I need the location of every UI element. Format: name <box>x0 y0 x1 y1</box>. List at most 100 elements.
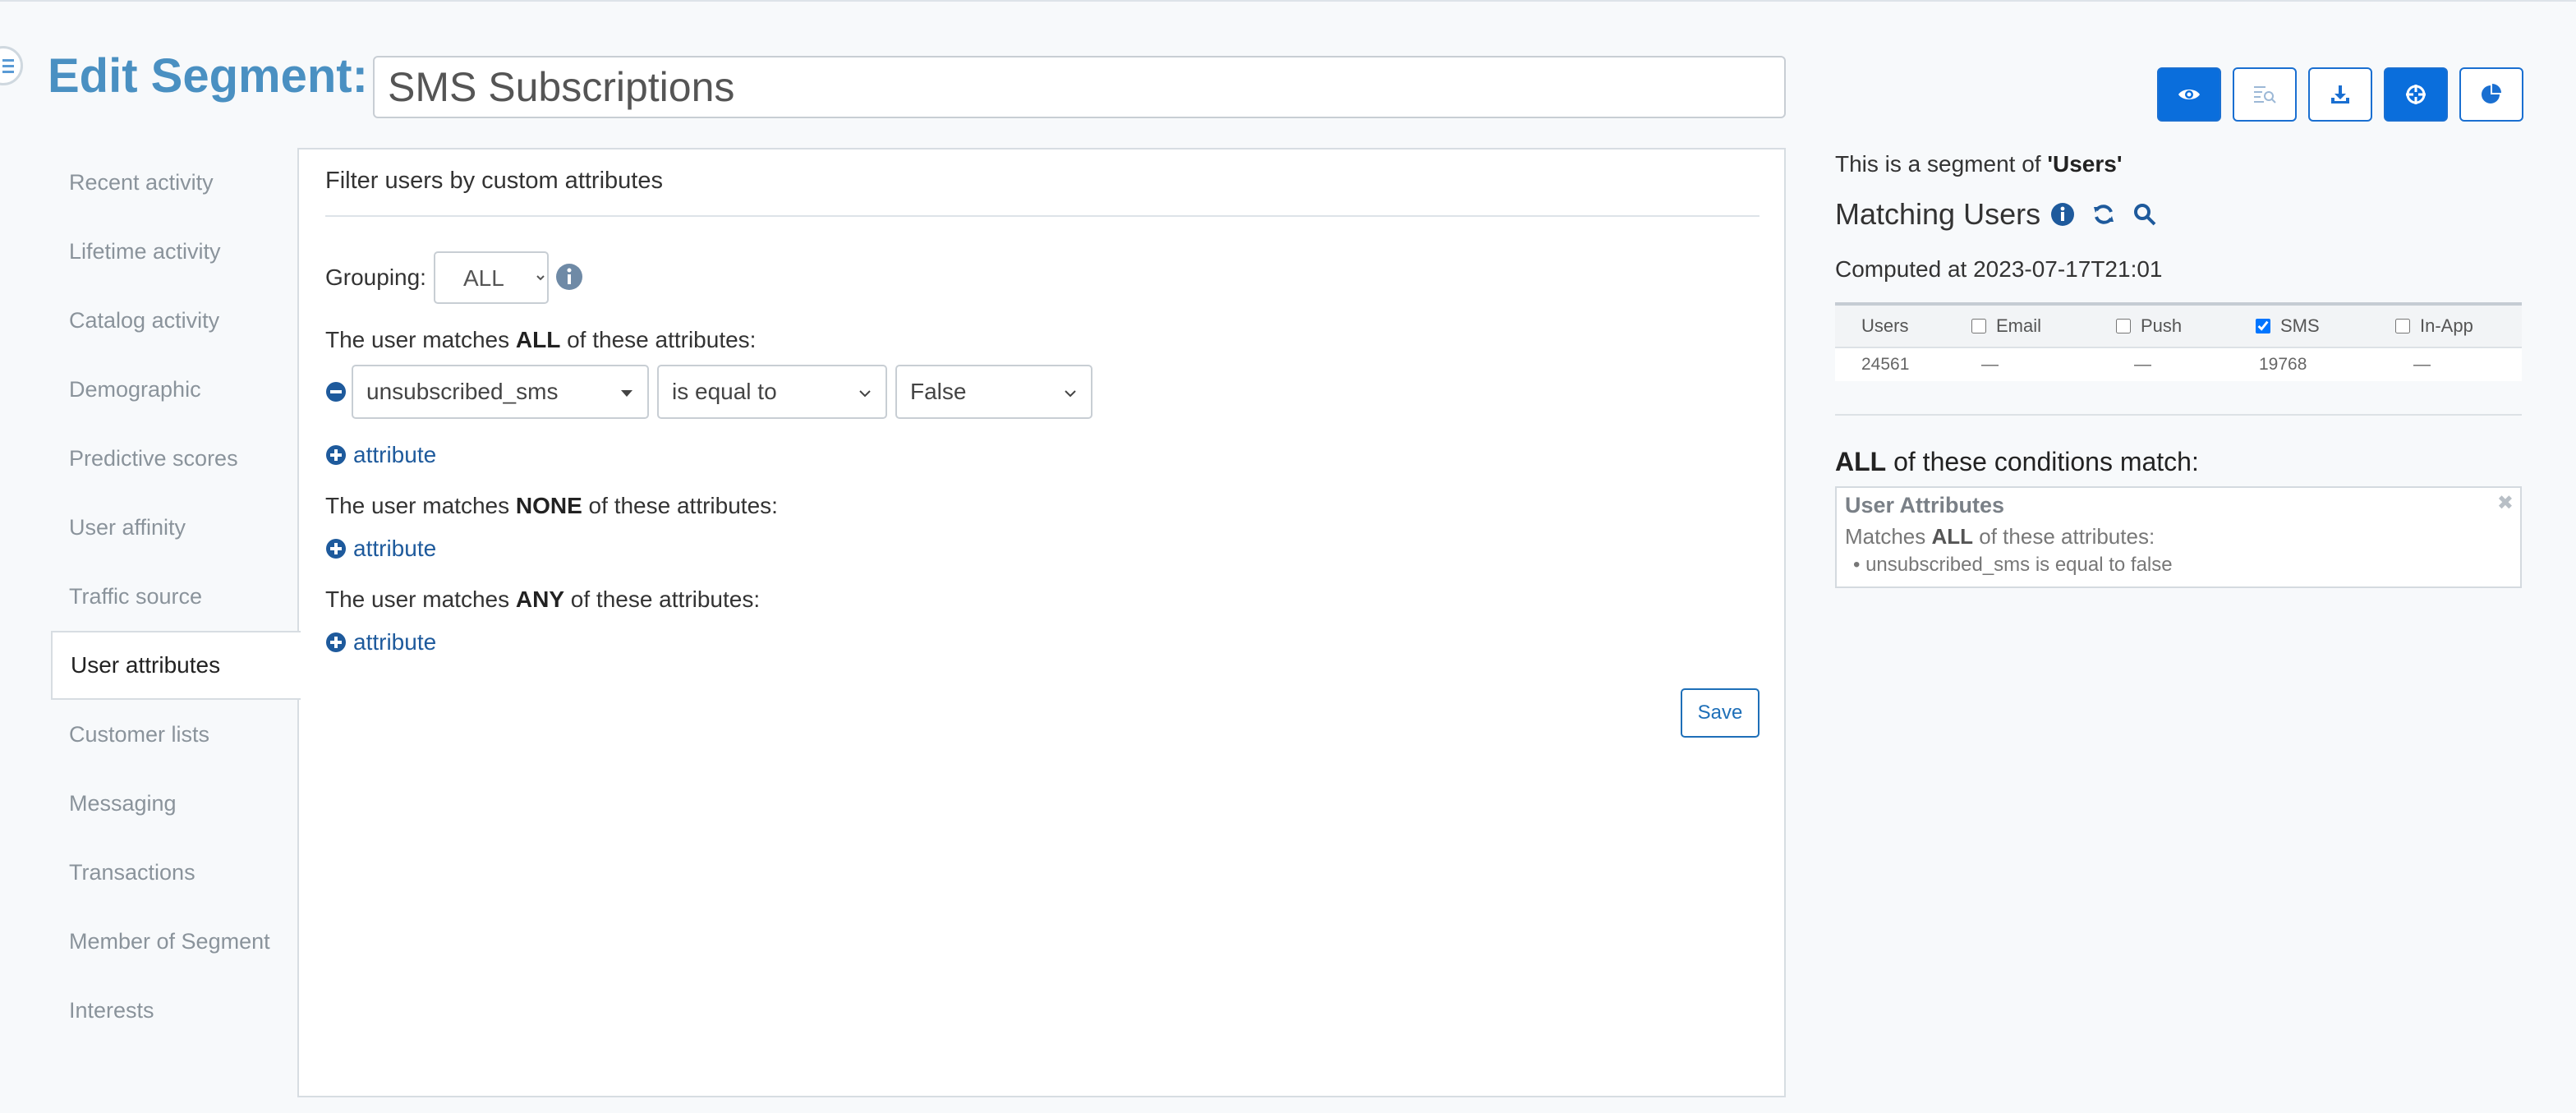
add-all-attribute-link[interactable]: attribute <box>325 442 436 468</box>
conditions-keyword: ALL <box>1835 447 1887 476</box>
nav-toggle-button[interactable] <box>0 46 23 85</box>
cell-users: 24561 <box>1861 355 1910 374</box>
save-button[interactable]: Save <box>1681 688 1760 738</box>
column-label: In-App <box>2420 315 2473 336</box>
plus-circle-icon <box>326 632 346 652</box>
segment-name-input[interactable] <box>373 56 1786 118</box>
analytics-button[interactable] <box>2459 67 2523 122</box>
rule-prefix: The user matches <box>325 327 516 352</box>
chevron-down-icon <box>859 390 871 398</box>
segment-of-text: This is a segment of 'Users' <box>1835 151 2123 177</box>
subtitle-suffix: of these attributes: <box>1973 524 2155 549</box>
subtitle-prefix: Matches <box>1845 524 1932 549</box>
sidebar-item-traffic-source[interactable]: Traffic source <box>51 562 299 631</box>
value-select-value: False <box>910 379 967 404</box>
conditions-title: ALL of these conditions match: <box>1835 447 2199 477</box>
table-row: 24561 — — 19768 — <box>1835 348 2522 381</box>
panel-title: Filter users by custom attributes <box>325 168 663 194</box>
rule-keyword: ALL <box>515 327 561 352</box>
condition-card-subtitle: Matches ALL of these attributes: <box>1845 524 2155 550</box>
inspect-button[interactable] <box>2233 67 2297 122</box>
crosshair-icon <box>2406 85 2426 104</box>
sidebar-item-predictive-scores[interactable]: Predictive scores <box>51 424 299 493</box>
sidebar-item-transactions[interactable]: Transactions <box>51 838 299 907</box>
column-label: SMS <box>2280 315 2320 336</box>
sidebar-item-lifetime-activity[interactable]: Lifetime activity <box>51 217 299 286</box>
column-email: Email <box>1971 315 2116 337</box>
rule-suffix: of these attributes: <box>582 493 778 518</box>
sidebar: Recent activity Lifetime activity Catalo… <box>51 148 301 1045</box>
rule-prefix: The user matches <box>325 493 516 518</box>
column-label: Users <box>1861 315 1909 336</box>
rule-prefix: The user matches <box>325 586 516 612</box>
add-attribute-label: attribute <box>353 536 437 561</box>
eye-icon <box>2178 90 2200 99</box>
sidebar-item-customer-lists[interactable]: Customer lists <box>51 700 299 769</box>
filter-panel: Filter users by custom attributes Groupi… <box>297 148 1786 1097</box>
sms-checkbox[interactable] <box>2256 319 2270 333</box>
remove-condition-icon[interactable] <box>325 381 347 402</box>
info-icon[interactable] <box>2050 202 2075 227</box>
sidebar-item-demographic[interactable]: Demographic <box>51 355 299 424</box>
column-label: Push <box>2141 315 2183 336</box>
add-any-attribute-link[interactable]: attribute <box>325 629 436 655</box>
email-checkbox[interactable] <box>1971 319 1986 333</box>
column-push: Push <box>2116 315 2256 337</box>
cell-email: — <box>1981 355 1999 374</box>
attribute-select[interactable]: unsubscribed_sms <box>352 365 649 419</box>
target-button[interactable] <box>2384 67 2448 122</box>
in-app-checkbox[interactable] <box>2395 319 2410 333</box>
sidebar-item-recent-activity[interactable]: Recent activity <box>51 148 299 217</box>
segment-of-value: 'Users' <box>2047 151 2123 177</box>
divider <box>325 215 1760 217</box>
top-rule <box>0 0 2576 2</box>
sidebar-item-member-of-segment[interactable]: Member of Segment <box>51 907 299 976</box>
rule-suffix: of these attributes: <box>560 327 757 352</box>
pie-chart-icon <box>2482 84 2501 103</box>
search-list-icon <box>2254 86 2276 103</box>
column-users: Users <box>1835 315 1971 337</box>
search-icon[interactable] <box>2132 202 2157 227</box>
column-in-app: In-App <box>2395 315 2518 337</box>
any-rule-text: The user matches ANY of these attributes… <box>325 586 760 613</box>
value-select[interactable]: False <box>895 365 1092 419</box>
condition-card-title: User Attributes <box>1845 493 2005 517</box>
grouping-select[interactable]: ALL <box>434 251 549 304</box>
download-button[interactable] <box>2308 67 2372 122</box>
hamburger-icon <box>2 59 14 76</box>
cell-sms: 19768 <box>2259 355 2307 374</box>
sidebar-item-catalog-activity[interactable]: Catalog activity <box>51 286 299 355</box>
chevron-down-icon <box>1065 390 1076 398</box>
download-icon <box>2331 85 2349 103</box>
attribute-select-value: unsubscribed_sms <box>366 379 559 404</box>
sidebar-item-user-affinity[interactable]: User affinity <box>51 493 299 562</box>
condition-item: • unsubscribed_sms is equal to false <box>1853 554 2173 576</box>
matching-users-table: Users Email Push SMS In-App 24561 — — 19… <box>1835 302 2522 381</box>
rule-keyword: NONE <box>515 493 582 518</box>
sidebar-item-user-attributes[interactable]: User attributes <box>51 631 301 700</box>
preview-button[interactable] <box>2157 67 2221 122</box>
rule-suffix: of these attributes: <box>564 586 761 612</box>
segment-of-prefix: This is a segment of <box>1835 151 2048 177</box>
sidebar-item-interests[interactable]: Interests <box>51 976 299 1045</box>
refresh-icon[interactable] <box>2091 202 2116 227</box>
page-title: Edit Segment: <box>48 49 368 103</box>
add-attribute-label: attribute <box>353 629 437 655</box>
close-icon[interactable]: ✖ <box>2497 491 2514 515</box>
subtitle-keyword: ALL <box>1931 524 1974 549</box>
info-icon[interactable] <box>555 263 583 291</box>
add-none-attribute-link[interactable]: attribute <box>325 536 436 562</box>
computed-timestamp: Computed at 2023-07-17T21:01 <box>1835 256 2163 282</box>
none-rule-text: The user matches NONE of these attribute… <box>325 493 778 519</box>
all-rule-text: The user matches ALL of these attributes… <box>325 327 756 353</box>
conditions-suffix: of these conditions match: <box>1886 447 2199 476</box>
rule-keyword: ANY <box>515 586 564 612</box>
operator-select-value: is equal to <box>672 379 777 404</box>
toolbar <box>2157 67 2535 122</box>
matching-users-label: Matching Users <box>1835 197 2041 231</box>
sidebar-item-messaging[interactable]: Messaging <box>51 769 299 838</box>
column-label: Email <box>1996 315 2042 336</box>
operator-select[interactable]: is equal to <box>657 365 887 419</box>
push-checkbox[interactable] <box>2116 319 2131 333</box>
grouping-label: Grouping: <box>325 264 426 290</box>
